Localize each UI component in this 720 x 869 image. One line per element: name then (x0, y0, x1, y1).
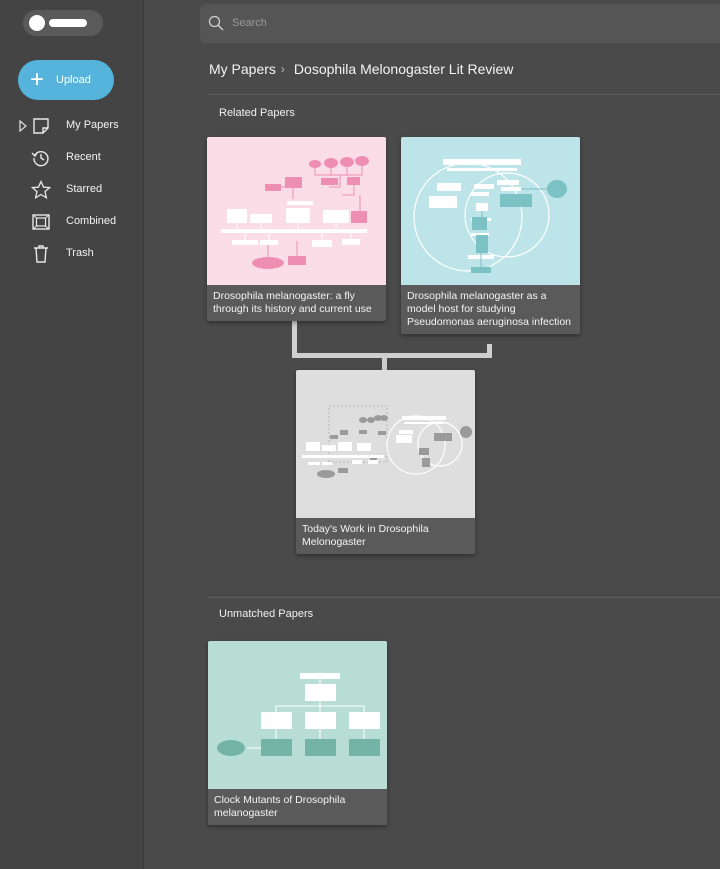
paper-title: Today's Work in Drosophila Melonogaster (302, 523, 429, 548)
sidebar-item-trash[interactable]: Trash (0, 238, 144, 270)
trash-icon (34, 245, 48, 263)
sidebar-item-label: My Papers (66, 119, 119, 131)
app-logo[interactable] (23, 10, 103, 36)
combined-paper-card[interactable]: Today's Work in Drosophila Melonogaster (296, 370, 475, 554)
connector-line (292, 353, 492, 358)
search-bar[interactable] (200, 4, 720, 43)
combined-icon (32, 214, 50, 230)
sidebar-nav: My Papers Recent Starred Combined Trash (0, 110, 144, 270)
plus-icon: + (29, 66, 44, 93)
paper-card[interactable]: Clock Mutants of Drosophila melanogaster (208, 641, 387, 825)
sidebar-item-label: Combined (66, 215, 117, 227)
caret-right-icon[interactable] (18, 120, 28, 132)
paper-title: Drosophila melanogaster: a fly through i… (213, 290, 372, 315)
breadcrumb: My Papers › Dosophila Melonogaster Lit R… (209, 61, 513, 77)
search-input[interactable] (232, 14, 532, 32)
logo-dot (29, 15, 45, 31)
paper-thumbnail (401, 137, 580, 285)
history-icon (31, 150, 49, 167)
sidebar-item-recent[interactable]: Recent (0, 142, 144, 174)
breadcrumb-root[interactable]: My Papers (209, 61, 276, 77)
section-title-related: Related Papers (219, 107, 295, 119)
search-icon (208, 15, 224, 31)
connector-line (292, 318, 297, 358)
paper-card[interactable]: Drosophila melanogaster as a model host … (401, 137, 580, 334)
connector-line (382, 353, 387, 371)
paper-card[interactable]: Drosophila melanogaster: a fly through i… (207, 137, 386, 321)
section-title-unmatched: Unmatched Papers (219, 608, 314, 620)
breadcrumb-current: Dosophila Melonogaster Lit Review (293, 61, 514, 77)
divider (208, 94, 720, 95)
paper-title: Drosophila melanogaster as a model host … (407, 290, 572, 328)
sidebar-item-label: Recent (66, 151, 101, 163)
sidebar-item-starred[interactable]: Starred (0, 174, 144, 206)
sidebar: + Upload My Papers Recent Starred Combin… (0, 0, 144, 869)
upload-label: Upload (56, 74, 91, 86)
sidebar-item-my-papers[interactable]: My Papers (0, 110, 144, 142)
paper-thumbnail (296, 370, 475, 518)
chevron-right-icon: › (280, 62, 285, 76)
upload-button[interactable]: + Upload (18, 60, 114, 100)
note-icon (33, 118, 49, 134)
paper-thumbnail (208, 641, 387, 789)
star-icon (31, 180, 51, 200)
paper-thumbnail (207, 137, 386, 285)
paper-title: Clock Mutants of Drosophila melanogaster (214, 794, 346, 819)
logo-bar (49, 19, 87, 27)
divider (208, 597, 720, 598)
sidebar-item-combined[interactable]: Combined (0, 206, 144, 238)
sidebar-item-label: Trash (66, 247, 94, 259)
sidebar-item-label: Starred (66, 183, 103, 195)
